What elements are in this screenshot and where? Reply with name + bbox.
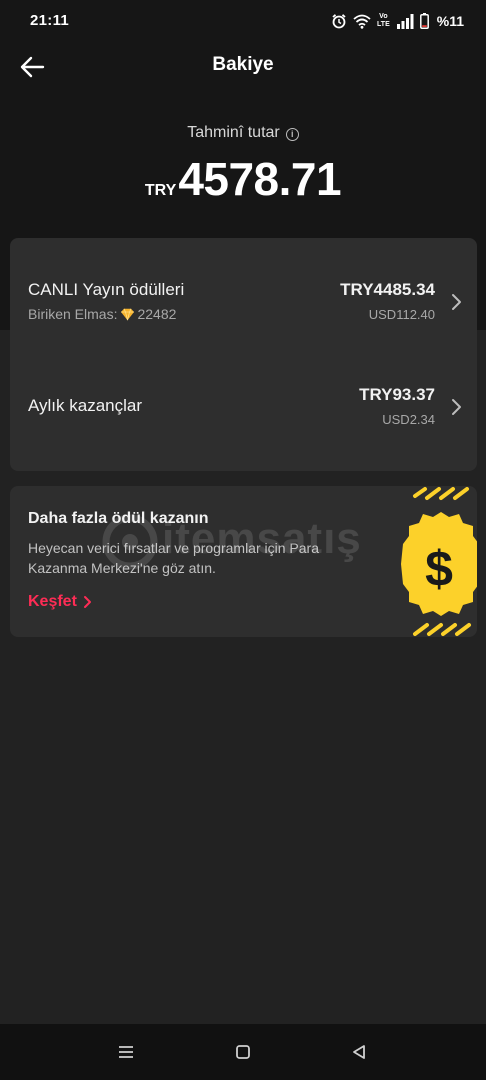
nav-back-button[interactable] — [348, 1042, 370, 1062]
back-triangle-icon — [353, 1045, 365, 1059]
volte-bottom: LTE — [377, 21, 390, 28]
diamonds-row: Biriken Elmas: 22482 — [28, 306, 176, 322]
live-rewards-usd: USD112.40 — [368, 307, 435, 322]
chevron-right-icon — [452, 399, 461, 415]
live-rewards-title: CANLI Yayın ödülleri — [28, 280, 185, 299]
info-glyph: i — [290, 128, 294, 139]
signal-icon — [396, 13, 414, 29]
live-rewards-row[interactable]: CANLI Yayın ödülleri Biriken Elmas: 2248… — [10, 238, 477, 354]
balance-value: 4578.71 — [178, 153, 342, 205]
explore-link-text: Keşfet — [28, 593, 77, 610]
estimated-amount-row: Tahminî tutar i — [0, 124, 486, 142]
menu-icon — [119, 1046, 133, 1058]
promo-card[interactable]: Daha fazla ödül kazanın Heyecan verici f… — [10, 486, 477, 637]
promo-title: Daha fazla ödül kazanın — [28, 510, 209, 527]
wifi-icon — [353, 14, 371, 29]
estimated-amount-label: Tahminî tutar — [187, 124, 280, 141]
balance-amount: TRY 4578.71 — [0, 152, 486, 206]
dollar-coin-icon: $ — [401, 487, 477, 636]
header: Bakiye — [0, 44, 486, 90]
balance-screen: 21:11 Vo LTE %11 Bakiye Tahminî tutar i … — [0, 0, 486, 1080]
monthly-earnings-title: Aylık kazançlar — [28, 396, 143, 415]
page-title: Bakiye — [212, 54, 274, 75]
info-icon[interactable]: i — [285, 127, 299, 141]
monthly-earnings-row[interactable]: Aylık kazançlar TRY93.37 USD2.34 — [10, 354, 477, 471]
volte-icon: Vo LTE — [377, 13, 390, 29]
rewards-card: CANLI Yayın ödülleri Biriken Elmas: 2248… — [10, 238, 477, 471]
svg-text:$: $ — [425, 541, 453, 597]
balance-currency: TRY — [144, 182, 177, 199]
battery-percent: %11 — [436, 13, 464, 29]
monthly-earnings-amount: TRY93.37 — [359, 385, 435, 404]
explore-link[interactable]: Keşfet — [28, 593, 92, 611]
monthly-earnings-usd: USD2.34 — [382, 412, 435, 427]
chevron-right-icon — [83, 596, 91, 608]
menu-button[interactable] — [115, 1042, 137, 1062]
status-bar: 21:11 Vo LTE %11 — [0, 0, 486, 44]
diamonds-count: 22482 — [137, 306, 177, 322]
status-icons: Vo LTE %11 — [331, 11, 464, 31]
alarm-icon — [331, 13, 347, 29]
promo-description: Heyecan verici fırsatlar ve programlar i… — [28, 540, 319, 576]
battery-icon — [419, 13, 429, 29]
home-button[interactable] — [232, 1042, 254, 1062]
chevron-right-icon — [452, 294, 461, 310]
volte-top: Vo — [379, 13, 388, 20]
diamonds-label: Biriken Elmas: — [28, 306, 118, 322]
system-nav-bar — [0, 1024, 486, 1080]
status-time: 21:11 — [30, 12, 70, 29]
diamond-icon — [121, 308, 135, 320]
live-rewards-amount: TRY4485.34 — [340, 280, 435, 299]
home-square-icon — [236, 1045, 250, 1059]
